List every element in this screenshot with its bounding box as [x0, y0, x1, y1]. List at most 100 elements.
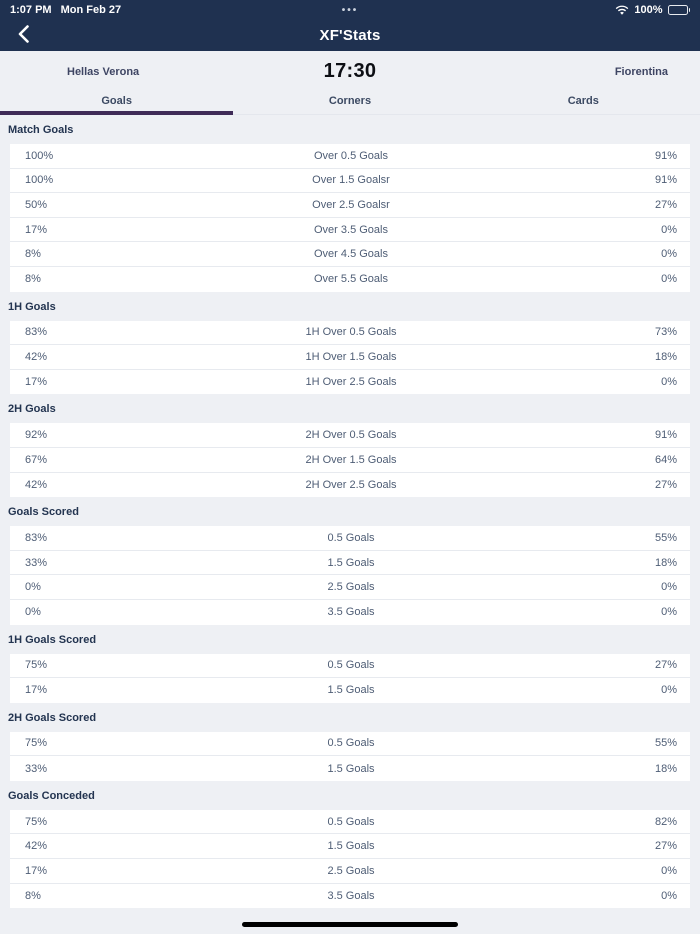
stat-away-value: 91%: [654, 149, 677, 162]
stat-home-value: 75%: [25, 659, 48, 672]
tab-cards[interactable]: Cards: [467, 92, 700, 114]
stat-row[interactable]: 75% 0.5 Goals 27%: [10, 653, 690, 679]
stat-label: 1H Over 2.5 Goals: [305, 376, 397, 389]
stat-away-value: 55%: [654, 737, 677, 750]
stat-row[interactable]: 83% 1H Over 0.5 Goals 73%: [10, 320, 690, 346]
stat-home-value: 75%: [25, 815, 48, 828]
stat-row[interactable]: 100% Over 1.5 Goalsr 91%: [10, 168, 690, 194]
status-center-dots: •••: [341, 4, 359, 16]
stat-row[interactable]: 0% 3.5 Goals 0%: [10, 599, 690, 625]
stat-away-value: 64%: [654, 453, 677, 466]
section-title: Goals Conceded: [8, 789, 95, 802]
battery-percent: 100%: [634, 4, 663, 16]
stat-label: Over 5.5 Goals: [314, 273, 388, 286]
stat-row[interactable]: 83% 0.5 Goals 55%: [10, 526, 690, 551]
stat-away-value: 0%: [661, 864, 677, 877]
stat-away-value: 0%: [661, 684, 677, 697]
stat-label: 3.5 Goals: [327, 889, 375, 902]
stat-row[interactable]: 42% 2H Over 2.5 Goals 27%: [10, 472, 690, 498]
stat-label: 1.5 Goals: [327, 762, 375, 775]
section-title: Match Goals: [8, 124, 74, 136]
stat-row[interactable]: 92% 2H Over 0.5 Goals 91%: [10, 423, 690, 448]
wifi-icon: [615, 5, 629, 16]
app-screen: 1:07 PM Mon Feb 27 ••• 100% XF'Stats 17:…: [0, 0, 700, 934]
stat-away-value: 91%: [654, 429, 677, 442]
stat-row[interactable]: 17% 2.5 Goals 0%: [10, 859, 690, 884]
stat-label: 0.5 Goals: [327, 659, 375, 672]
section-rows: 100% Over 0.5 Goals 91% 100% Over 1.5 Goalsr…: [10, 144, 690, 292]
stat-row[interactable]: 50% Over 2.5 Goalsr 27%: [10, 193, 690, 218]
stat-label: 1.5 Goals: [327, 840, 375, 853]
nav-bar: XF'Stats: [0, 20, 700, 51]
section-title: Goals Scored: [8, 506, 79, 519]
stat-label: 2H Over 1.5 Goals: [305, 453, 397, 466]
stat-away-value: 18%: [654, 762, 677, 775]
stat-away-value: 91%: [654, 174, 677, 187]
stat-home-value: 33%: [25, 556, 48, 569]
stat-away-value: 18%: [654, 350, 677, 363]
stat-home-value: 92%: [25, 429, 48, 442]
stat-row[interactable]: 67% 2H Over 1.5 Goals 64%: [10, 447, 690, 473]
stat-home-value: 17%: [25, 223, 48, 236]
stats-section: Goals Conceded 75% 0.5 Goals 82% 42% 1.5 Goal…: [0, 781, 700, 909]
stat-home-value: 83%: [25, 326, 48, 339]
stat-row[interactable]: 100% Over 0.5 Goals 91%: [10, 144, 690, 169]
battery-icon: [667, 5, 690, 15]
stat-away-value: 0%: [661, 606, 677, 619]
stat-row[interactable]: 17% 1.5 Goals 0%: [10, 678, 690, 703]
stat-label: Over 0.5 Goals: [314, 149, 388, 162]
tab-corners[interactable]: Corners: [233, 92, 466, 114]
stat-home-value: 67%: [25, 453, 48, 466]
stat-home-value: 8%: [25, 248, 41, 261]
stat-row[interactable]: 33% 1.5 Goals 18%: [10, 550, 690, 576]
home-indicator[interactable]: [242, 922, 458, 927]
section-rows: 83% 1H Over 0.5 Goals 73% 42% 1H Over 1.5 Go…: [10, 320, 690, 395]
stat-row[interactable]: 42% 1H Over 1.5 Goals 18%: [10, 345, 690, 370]
stats-section: 2H Goals Scored 75% 0.5 Goals 55% 33% 1.5 Goa…: [0, 703, 700, 781]
stat-row[interactable]: 75% 0.5 Goals 55%: [10, 731, 690, 757]
back-button[interactable]: [6, 20, 40, 51]
stats-section: 1H Goals Scored 75% 0.5 Goals 27% 17% 1.5 Goa…: [0, 625, 700, 703]
stat-away-value: 82%: [654, 815, 677, 828]
stat-home-value: 17%: [25, 684, 48, 697]
section-title: 1H Goals Scored: [8, 633, 97, 646]
stat-row[interactable]: 8% Over 5.5 Goals 0%: [10, 266, 690, 292]
page-title: XF'Stats: [319, 27, 381, 44]
stat-label: Over 2.5 Goalsr: [312, 198, 390, 211]
stat-home-value: 8%: [25, 273, 41, 286]
stat-home-value: 0%: [25, 581, 41, 594]
stat-row[interactable]: 8% 3.5 Goals 0%: [10, 883, 690, 909]
stat-home-value: 83%: [25, 531, 48, 544]
stat-row[interactable]: 8% Over 4.5 Goals 0%: [10, 242, 690, 267]
section-rows: 75% 0.5 Goals 82% 42% 1.5 Goals 27% 17% 2.5 Goa…: [10, 809, 690, 909]
stat-label: 3.5 Goals: [327, 606, 375, 619]
stat-label: 1H Over 1.5 Goals: [305, 350, 397, 363]
stat-label: Over 1.5 Goalsr: [312, 174, 390, 187]
stat-away-value: 27%: [654, 478, 677, 491]
stat-away-value: 0%: [661, 889, 677, 902]
stat-row[interactable]: 75% 0.5 Goals 82%: [10, 809, 690, 835]
kickoff-time: 17:30: [323, 60, 377, 82]
stat-away-value: 18%: [654, 556, 677, 569]
stat-row[interactable]: 0% 2.5 Goals 0%: [10, 575, 690, 600]
stats-section: Goals Scored 83% 0.5 Goals 55% 33% 1.5 Goals 1…: [0, 497, 700, 625]
stat-away-value: 0%: [661, 376, 677, 389]
stat-home-value: 42%: [25, 478, 48, 491]
section-title: 1H Goals: [8, 300, 56, 313]
match-header: 17:30 Hellas Verona Fiorentina: [0, 51, 700, 92]
tab-goals[interactable]: Goals: [0, 92, 234, 115]
stat-label: 2H Over 2.5 Goals: [305, 478, 397, 491]
stat-row[interactable]: 42% 1.5 Goals 27%: [10, 834, 690, 860]
stat-row[interactable]: 33% 1.5 Goals 18%: [10, 756, 690, 781]
stat-label: 2H Over 0.5 Goals: [305, 429, 397, 442]
stat-home-value: 50%: [25, 198, 48, 211]
stat-home-value: 17%: [25, 376, 48, 389]
stat-row[interactable]: 17% 1H Over 2.5 Goals 0%: [10, 369, 690, 395]
stat-row[interactable]: 17% Over 3.5 Goals 0%: [10, 217, 690, 243]
stat-label: 1.5 Goals: [327, 556, 375, 569]
stat-away-value: 0%: [661, 248, 677, 261]
stat-home-value: 75%: [25, 737, 48, 750]
section-rows: 75% 0.5 Goals 55% 33% 1.5 Goals 18%: [10, 731, 690, 781]
stat-away-value: 0%: [661, 581, 677, 594]
stat-label: Over 4.5 Goals: [314, 248, 388, 261]
